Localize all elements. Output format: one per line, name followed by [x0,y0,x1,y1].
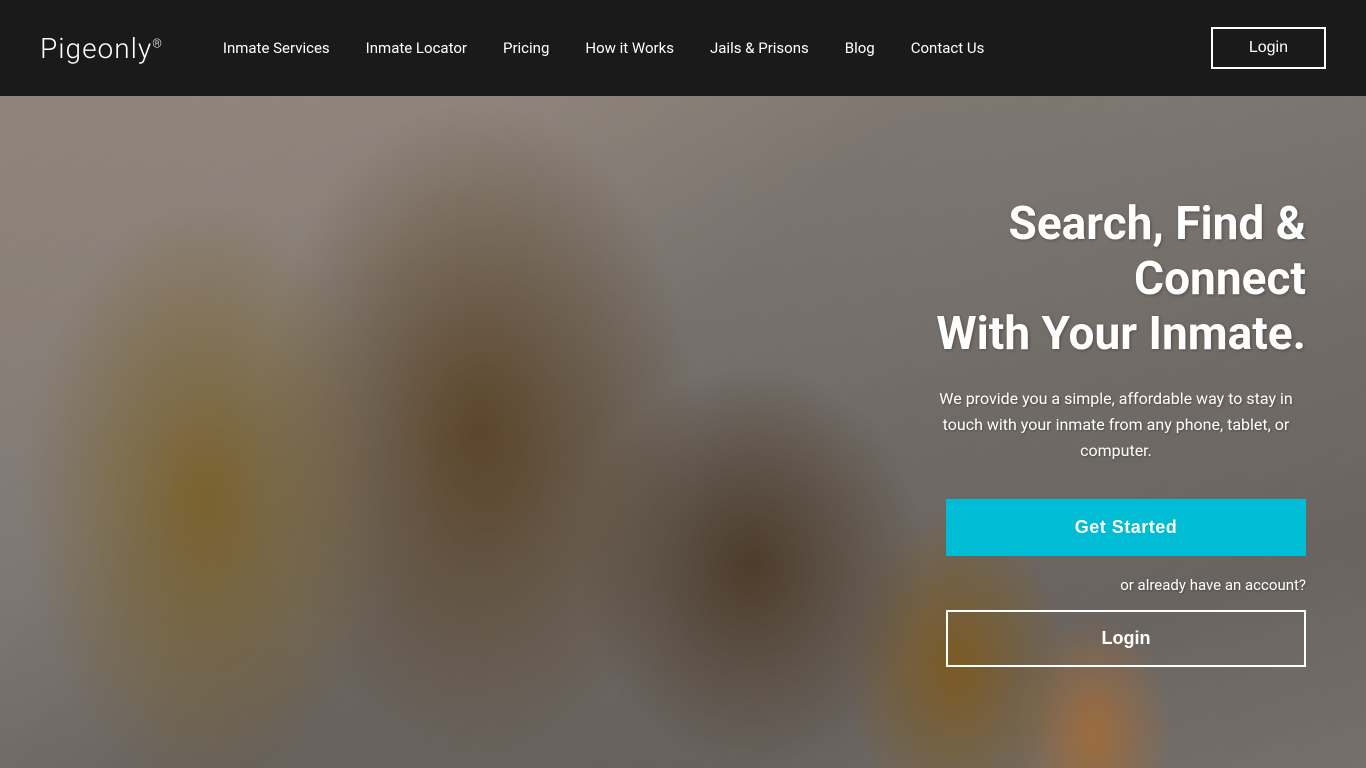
hero-login-button[interactable]: Login [946,610,1306,667]
nav-inmate-services[interactable]: Inmate Services [223,39,330,57]
already-account-text: or already have an account? [1120,576,1306,594]
navbar: Pigeonly® Inmate Services Inmate Locator… [0,0,1366,96]
nav-login-button[interactable]: Login [1211,27,1326,69]
brand-logo[interactable]: Pigeonly® [40,32,163,65]
nav-pricing[interactable]: Pricing [503,39,549,57]
nav-contact-us[interactable]: Contact Us [911,39,985,57]
hero-title: Search, Find & Connect With Your Inmate. [936,197,1306,363]
hero-content: Search, Find & Connect With Your Inmate.… [886,96,1366,768]
hero-title-line2: Connect [1134,252,1306,306]
nav-links: Inmate Services Inmate Locator Pricing H… [223,39,1211,57]
nav-inmate-locator[interactable]: Inmate Locator [366,39,467,57]
logo-registered: ® [152,36,163,50]
hero-title-line3: With Your Inmate. [936,307,1306,361]
nav-how-it-works[interactable]: How it Works [585,39,674,57]
nav-jails-prisons[interactable]: Jails & Prisons [710,39,809,57]
hero-subtitle: We provide you a simple, affordable way … [926,386,1306,463]
hero-section: Search, Find & Connect With Your Inmate.… [0,96,1366,768]
get-started-button[interactable]: Get Started [946,499,1306,556]
logo-text: Pigeonly [40,32,152,65]
hero-title-line1: Search, Find & [1009,197,1306,251]
nav-blog[interactable]: Blog [845,39,875,57]
